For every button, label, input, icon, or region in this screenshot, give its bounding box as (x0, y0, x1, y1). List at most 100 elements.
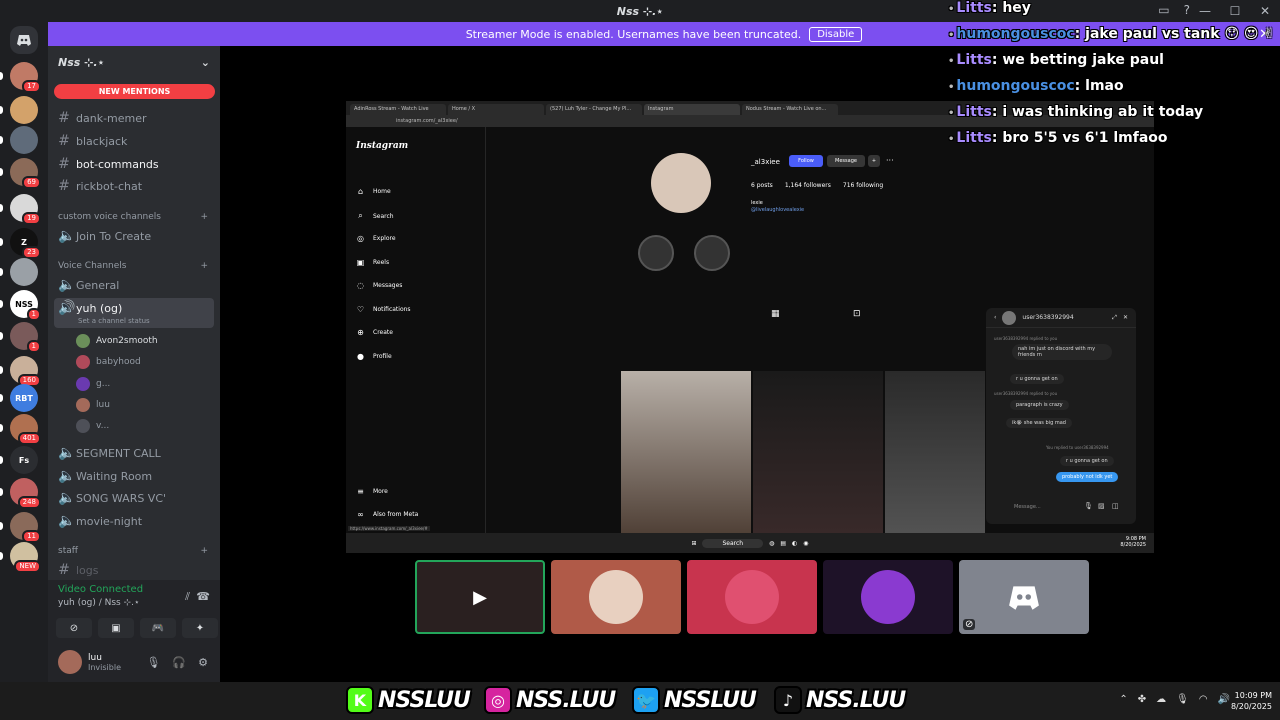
participant-tile[interactable] (551, 560, 681, 634)
user-panel[interactable]: luu Invisible (58, 650, 121, 674)
screen-share-button[interactable]: ▣ (98, 618, 134, 638)
ig-nav-reels[interactable]: ▣ Reels (356, 258, 389, 267)
camera-off-button[interactable]: ⊘ (56, 618, 92, 638)
server-header[interactable]: Nss ⊹.⋆ ⌄ (48, 46, 220, 78)
followers-count[interactable]: 1,164 followers (785, 182, 831, 189)
story-highlight[interactable] (694, 235, 730, 271)
system-clock[interactable]: 10:09 PM 8/20/2025 (1231, 690, 1272, 712)
server-icon[interactable]: Fs (10, 446, 38, 474)
ig-nav-search[interactable]: ⌕ Search (356, 211, 393, 221)
screen-share[interactable]: AdinRoss Stream - Watch Live Home / X (5… (346, 101, 1154, 553)
maximize-button[interactable]: ☐ (1220, 4, 1250, 18)
sticker-icon[interactable]: ◫ (1112, 502, 1119, 510)
participant-tile[interactable] (823, 560, 953, 634)
channel-bot-commands[interactable]: # bot-commands (54, 154, 214, 174)
plus-icon[interactable]: + (200, 546, 208, 556)
follow-button[interactable]: Follow (789, 155, 823, 167)
plus-icon[interactable]: + (200, 212, 208, 222)
mic-icon[interactable]: 🎙 (1176, 694, 1189, 705)
voice-user[interactable]: Avon2smooth (76, 331, 214, 351)
back-icon[interactable]: ‹ (994, 314, 996, 321)
dm-message-input[interactable]: Message... (1014, 504, 1041, 510)
participant-tile[interactable] (687, 560, 817, 634)
category-voice-channels[interactable]: Voice Channels + (58, 261, 208, 271)
ig-nav-meta[interactable]: ∞ Also from Meta (356, 510, 418, 519)
category-custom-voice[interactable]: custom voice channels + (58, 212, 208, 222)
server-icon[interactable] (10, 258, 38, 286)
instagram-logo[interactable]: Instagram (356, 141, 408, 151)
ig-nav-notifications[interactable]: ♡ Notifications (356, 305, 411, 314)
voice-user[interactable]: v... (76, 416, 214, 436)
folder-icon[interactable]: ▤ (780, 540, 786, 547)
expand-icon[interactable]: ⤢ (1112, 314, 1117, 322)
channel-song-wars[interactable]: 🔈 SONG WARS VC' (54, 488, 214, 508)
voice-channel-path[interactable]: yuh (og) / Nss ⊹.⋆ (58, 598, 140, 608)
voice-user[interactable]: luu (76, 395, 214, 415)
server-icon[interactable] (10, 96, 38, 124)
plus-icon[interactable]: + (200, 261, 208, 271)
set-channel-status[interactable]: Set a channel status (78, 317, 150, 325)
browser-icon[interactable]: ◍ (769, 540, 774, 547)
ig-nav-profile[interactable]: ● Profile (356, 352, 392, 361)
wifi-icon[interactable]: ◠ (1199, 694, 1208, 705)
image-icon[interactable]: ▨ (1098, 502, 1105, 510)
category-staff[interactable]: staff + (58, 546, 208, 556)
soundboard-button[interactable]: ✦ (182, 618, 218, 638)
server-icon[interactable]: NSS 1 (10, 290, 41, 321)
headphones-icon[interactable]: 🎧 (172, 656, 186, 669)
post-image[interactable] (621, 371, 751, 543)
message-button[interactable]: Message (827, 155, 865, 167)
server-icon[interactable]: 11 (10, 512, 41, 543)
gear-icon[interactable]: ⚙ (198, 656, 208, 669)
inbox-icon[interactable]: ▭ (1158, 3, 1169, 17)
ig-nav-more[interactable]: ≡ More (356, 487, 388, 496)
browser-tab[interactable]: Instagram (644, 104, 740, 115)
channel-join-to-create[interactable]: 🔈 Join To Create (54, 226, 214, 246)
taskbar-search[interactable]: Search (702, 538, 764, 548)
channel-dank-memer[interactable]: # dank-memer (54, 108, 214, 128)
disconnect-icon[interactable]: ☎ (196, 590, 210, 603)
browser-tab[interactable]: Nodus Stream - Watch Live on... (742, 104, 838, 115)
server-icon[interactable]: NEW (10, 542, 41, 573)
channel-movie-night[interactable]: 🔈 movie-night (54, 511, 214, 531)
post-image[interactable] (885, 371, 985, 543)
server-icon[interactable]: 1 (10, 322, 41, 353)
channel-general[interactable]: 🔈 General (54, 275, 214, 295)
microphone-icon[interactable]: 🎙 (146, 656, 160, 669)
chevron-up-icon[interactable]: ⌃ (1119, 694, 1127, 705)
cloud-icon[interactable]: ☁ (1156, 694, 1166, 705)
activity-button[interactable]: 🎮 (140, 618, 176, 638)
browser-tab[interactable]: AdinRoss Stream - Watch Live (350, 104, 446, 115)
channel-blackjack[interactable]: # blackjack (54, 131, 214, 151)
dm-username[interactable]: user3638392994 (1022, 314, 1073, 321)
browser-tab[interactable]: Home / X (448, 104, 544, 115)
server-icon[interactable]: 160 (10, 356, 41, 387)
noise-suppression-icon[interactable]: ⫽ (185, 590, 190, 604)
minimize-button[interactable]: — (1190, 4, 1220, 18)
profile-avatar[interactable] (651, 153, 711, 213)
channel-rickbot-chat[interactable]: # rickbot-chat (54, 176, 214, 196)
voice-user[interactable]: g... (76, 374, 214, 394)
browser-tab[interactable]: (527) Luh Tyler - Change My Pl... (546, 104, 642, 115)
ig-nav-messages[interactable]: ◌ Messages (356, 281, 402, 290)
close-icon[interactable]: ✕ (1123, 314, 1128, 321)
discord-home-icon[interactable] (10, 26, 38, 54)
server-icon[interactable]: 17 (10, 62, 41, 93)
story-highlight[interactable] (638, 235, 674, 271)
ig-nav-explore[interactable]: ◎ Explore (356, 234, 396, 243)
channel-segment-call[interactable]: 🔈 SEGMENT CALL (54, 443, 214, 463)
disable-button[interactable]: Disable (809, 26, 863, 42)
ig-nav-home[interactable]: ⌂ Home (356, 187, 391, 196)
channel-waiting-room[interactable]: 🔈 Waiting Room (54, 466, 214, 486)
profile-link[interactable]: @livelaughlovealexie (751, 207, 804, 213)
more-options-icon[interactable]: ··· (886, 156, 894, 165)
following-count[interactable]: 716 following (843, 182, 883, 189)
close-button[interactable]: ✕ (1250, 4, 1280, 18)
voice-user[interactable]: babyhood (76, 352, 214, 372)
volume-icon[interactable]: 🔊 (1218, 694, 1230, 705)
server-icon[interactable]: 248 (10, 478, 41, 509)
server-icon[interactable]: 401 (10, 414, 41, 445)
app-icon[interactable]: ✤ (1138, 694, 1146, 705)
add-user-icon[interactable]: + (868, 155, 880, 167)
server-icon[interactable] (10, 126, 38, 154)
